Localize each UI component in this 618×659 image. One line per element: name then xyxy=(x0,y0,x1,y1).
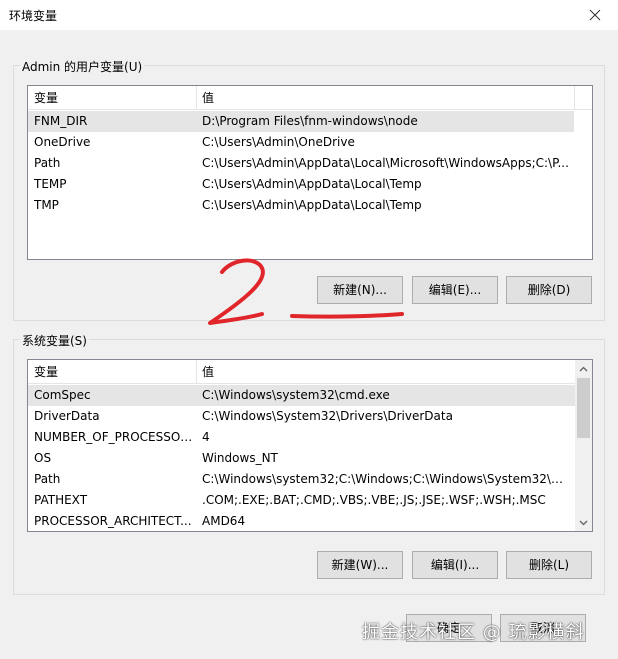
table-row[interactable]: Path C:\Windows\system32;C:\Windows;C:\W… xyxy=(28,469,575,490)
variable-name: OS xyxy=(34,451,52,465)
variable-value: D:\Program Files\fnm-windows\node xyxy=(202,114,418,128)
scroll-up-button[interactable] xyxy=(575,360,592,377)
system-variables-list[interactable]: 变量 值 ComSpec C:\Windows\system32\cmd.exe… xyxy=(27,359,593,532)
scroll-down-icon xyxy=(579,520,588,525)
scroll-up-icon xyxy=(579,366,588,371)
user-edit-button[interactable]: 编辑(E)... xyxy=(412,276,498,304)
scroll-down-button[interactable] xyxy=(575,514,592,531)
list-header: 变量 值 xyxy=(28,360,575,384)
column-header-value[interactable]: 值 xyxy=(196,360,574,384)
table-row[interactable]: OneDrive C:\Users\Admin\OneDrive xyxy=(28,132,574,153)
variable-value: C:\Windows\system32\cmd.exe xyxy=(202,388,390,402)
variable-value: C:\Windows\System32\Drivers\DriverData xyxy=(202,409,453,423)
system-delete-button[interactable]: 删除(L) xyxy=(506,551,592,579)
variable-name: FNM_DIR xyxy=(34,114,88,128)
column-header-variable[interactable]: 变量 xyxy=(28,360,196,384)
variable-value: Windows_NT xyxy=(202,451,278,465)
table-row[interactable]: TEMP C:\Users\Admin\AppData\Local\Temp xyxy=(28,174,574,195)
table-row[interactable]: DriverData C:\Windows\System32\Drivers\D… xyxy=(28,406,575,427)
variable-name: OneDrive xyxy=(34,135,91,149)
close-icon xyxy=(589,9,601,21)
table-row[interactable]: TMP C:\Users\Admin\AppData\Local\Temp xyxy=(28,195,574,216)
scroll-thumb[interactable] xyxy=(577,378,590,438)
variable-name: TEMP xyxy=(34,177,67,191)
variable-value: C:\Users\Admin\OneDrive xyxy=(202,135,355,149)
close-button[interactable] xyxy=(572,0,618,30)
table-row[interactable]: ComSpec C:\Windows\system32\cmd.exe xyxy=(28,385,575,406)
user-variables-label: Admin 的用户变量(U) xyxy=(20,58,145,75)
variable-value: C:\Users\Admin\AppData\Local\Temp xyxy=(202,198,422,212)
list-header: 变量 值 xyxy=(28,86,592,110)
variable-name: PATHEXT xyxy=(34,493,88,507)
system-variables-label: 系统变量(S) xyxy=(20,332,89,349)
table-row[interactable]: FNM_DIR D:\Program Files\fnm-windows\nod… xyxy=(28,111,574,132)
title-bar: 环境变量 xyxy=(0,0,618,30)
user-delete-button[interactable]: 删除(D) xyxy=(506,276,592,304)
table-row[interactable]: Path C:\Users\Admin\AppData\Local\Micros… xyxy=(28,153,574,174)
variable-name: TMP xyxy=(34,198,59,212)
variable-value: C:\Users\Admin\AppData\Local\Microsoft\W… xyxy=(202,156,569,170)
system-new-button[interactable]: 新建(W)... xyxy=(317,551,403,579)
variable-value: C:\Windows\system32;C:\Windows;C:\Window… xyxy=(202,472,574,486)
variable-value: C:\Users\Admin\AppData\Local\Temp xyxy=(202,177,422,191)
variable-name: ComSpec xyxy=(34,388,91,402)
user-variables-list[interactable]: 变量 值 FNM_DIR D:\Program Files\fnm-window… xyxy=(27,85,593,260)
table-row[interactable]: NUMBER_OF_PROCESSORS 4 xyxy=(28,427,575,448)
system-edit-button[interactable]: 编辑(I)... xyxy=(412,551,498,579)
variable-name: Path xyxy=(34,156,61,170)
column-header-variable[interactable]: 变量 xyxy=(28,86,196,110)
vertical-scrollbar[interactable] xyxy=(575,360,592,531)
variable-name: Path xyxy=(34,472,61,486)
column-header-value[interactable]: 值 xyxy=(196,86,574,110)
variable-value: 4 xyxy=(202,430,210,444)
watermark-text: 掘金技术社区 @ 琉影横斜 xyxy=(362,622,585,643)
window-title: 环境变量 xyxy=(9,9,58,23)
variable-name: NUMBER_OF_PROCESSORS xyxy=(34,430,196,444)
user-new-button[interactable]: 新建(N)... xyxy=(317,276,403,304)
variable-name: DriverData xyxy=(34,409,100,423)
variable-value: AMD64 xyxy=(202,514,246,528)
variable-value: .COM;.EXE;.BAT;.CMD;.VBS;.VBE;.JS;.JSE;.… xyxy=(202,493,546,507)
table-row[interactable]: PROCESSOR_ARCHITECT... AMD64 xyxy=(28,511,575,531)
variable-name: PROCESSOR_ARCHITECT... xyxy=(34,514,192,528)
table-row[interactable]: OS Windows_NT xyxy=(28,448,575,469)
table-row[interactable]: PATHEXT .COM;.EXE;.BAT;.CMD;.VBS;.VBE;.J… xyxy=(28,490,575,511)
